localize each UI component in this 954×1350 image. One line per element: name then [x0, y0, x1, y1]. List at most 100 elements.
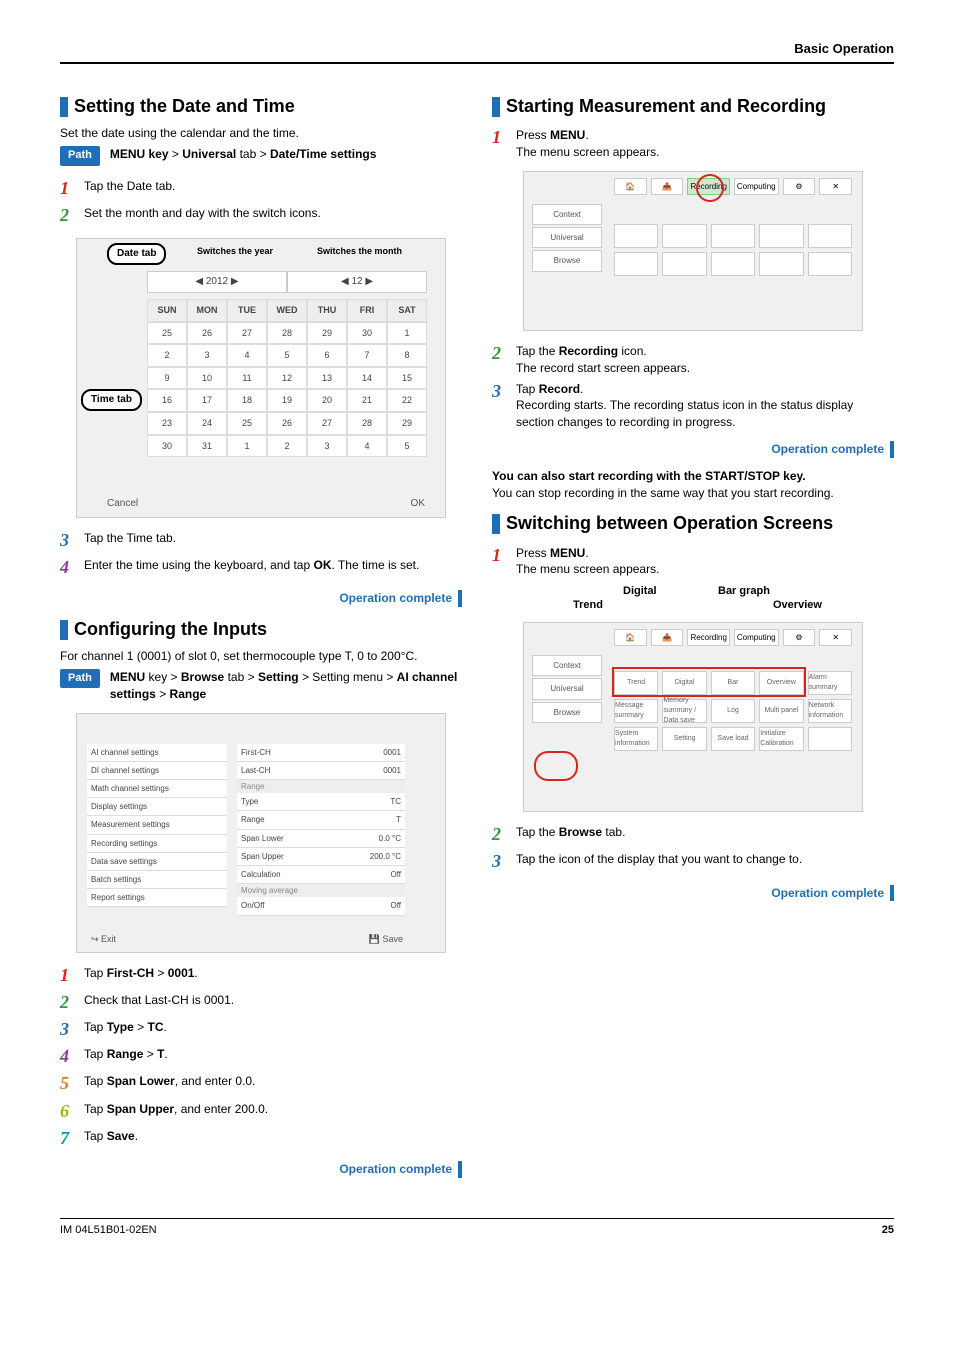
day-cell[interactable]: 11	[227, 367, 267, 390]
day-cell[interactable]: 19	[267, 389, 307, 412]
settings-item[interactable]: Math channel settings	[87, 780, 227, 798]
menu-icon[interactable]	[711, 224, 755, 248]
day-cell[interactable]: 29	[307, 322, 347, 345]
month-value[interactable]: 12	[351, 276, 362, 287]
menu-icon[interactable]: Multi panel	[759, 699, 803, 723]
range-row[interactable]: TypeTC	[237, 793, 405, 811]
cancel-button[interactable]: Cancel	[107, 497, 138, 511]
settings-item[interactable]: Measurement settings	[87, 816, 227, 834]
settings-item[interactable]: Report settings	[87, 889, 227, 907]
ai-settings-screenshot: AI channel settingsDI channel settingsMa…	[76, 713, 446, 953]
step-number: 3	[492, 379, 516, 404]
side-menu-item[interactable]: Context	[532, 655, 602, 676]
range-row[interactable]: Last-CH0001	[237, 762, 405, 780]
settings-item[interactable]: Display settings	[87, 798, 227, 816]
computing-tab[interactable]: Computing	[734, 629, 779, 646]
menu-icon[interactable]	[662, 252, 706, 276]
day-cell[interactable]: 16	[147, 389, 187, 412]
day-cell[interactable]: 24	[187, 412, 227, 435]
day-cell[interactable]: 1	[387, 322, 427, 345]
step-number: 2	[60, 203, 84, 228]
range-row[interactable]: CalculationOff	[237, 866, 405, 884]
exit-button[interactable]: Exit	[101, 934, 116, 944]
menu-icon[interactable]	[808, 224, 852, 248]
day-cell[interactable]: 3	[307, 435, 347, 458]
computing-tab[interactable]: Computing	[734, 178, 779, 195]
menu-icon[interactable]	[759, 252, 803, 276]
menu-icon[interactable]: Initialize Calibration	[759, 727, 803, 751]
day-cell[interactable]: 26	[187, 322, 227, 345]
side-menu-item[interactable]: Browse	[532, 250, 602, 271]
side-menu-item[interactable]: Browse	[532, 702, 602, 723]
day-cell[interactable]: 2	[147, 344, 187, 367]
recording-tab[interactable]: Recording	[687, 629, 729, 646]
day-cell[interactable]: 23	[147, 412, 187, 435]
range-row[interactable]: Span Lower0.0 °C	[237, 830, 405, 848]
day-cell[interactable]: 9	[147, 367, 187, 390]
day-cell[interactable]: 5	[267, 344, 307, 367]
day-cell[interactable]: 29	[387, 412, 427, 435]
settings-item[interactable]: Data save settings	[87, 853, 227, 871]
day-cell[interactable]: 1	[227, 435, 267, 458]
day-cell[interactable]: 4	[347, 435, 387, 458]
settings-item[interactable]: Recording settings	[87, 835, 227, 853]
day-cell[interactable]: 30	[347, 322, 387, 345]
save-button[interactable]: Save	[382, 934, 403, 944]
day-cell[interactable]: 2	[267, 435, 307, 458]
side-menu-item[interactable]: Universal	[532, 678, 602, 699]
ok-button[interactable]: OK	[411, 497, 425, 511]
menu-icon[interactable]	[808, 252, 852, 276]
day-cell[interactable]: 6	[307, 344, 347, 367]
menu-icon[interactable]	[808, 727, 852, 751]
menu-icon[interactable]	[614, 252, 658, 276]
side-menu-item[interactable]: Universal	[532, 227, 602, 248]
year-value[interactable]: 2012	[206, 276, 228, 287]
menu-icon[interactable]	[662, 224, 706, 248]
menu-icon[interactable]: Network information	[808, 699, 852, 723]
day-cell[interactable]: 10	[187, 367, 227, 390]
day-cell[interactable]: 25	[227, 412, 267, 435]
intro-text: Set the date using the calendar and the …	[60, 125, 462, 142]
menu-icon[interactable]: System information	[614, 727, 658, 751]
day-cell[interactable]: 8	[387, 344, 427, 367]
range-row[interactable]: First-CH0001	[237, 744, 405, 762]
day-cell[interactable]: 15	[387, 367, 427, 390]
settings-item[interactable]: Batch settings	[87, 871, 227, 889]
day-cell[interactable]: 28	[347, 412, 387, 435]
menu-icon[interactable]	[711, 252, 755, 276]
menu-icon[interactable]: Memory summary / Data save	[662, 699, 706, 723]
day-cell[interactable]: 17	[187, 389, 227, 412]
day-cell[interactable]: 12	[267, 367, 307, 390]
day-cell[interactable]: 27	[307, 412, 347, 435]
step-text: Set the month and day with the switch ic…	[84, 203, 462, 222]
side-menu-item[interactable]: Context	[532, 204, 602, 225]
range-row[interactable]: Span Upper200.0 °C	[237, 848, 405, 866]
menu-icon[interactable]: Alarm summary	[808, 671, 852, 695]
menu-icon[interactable]: Message summary	[614, 699, 658, 723]
day-cell[interactable]: 13	[307, 367, 347, 390]
day-cell[interactable]: 30	[147, 435, 187, 458]
day-cell[interactable]: 3	[187, 344, 227, 367]
day-cell[interactable]: 4	[227, 344, 267, 367]
settings-item[interactable]: AI channel settings	[87, 744, 227, 762]
menu-icon[interactable]	[759, 224, 803, 248]
day-cell[interactable]: 28	[267, 322, 307, 345]
day-cell[interactable]: 26	[267, 412, 307, 435]
day-cell[interactable]: 14	[347, 367, 387, 390]
day-cell[interactable]: 20	[307, 389, 347, 412]
day-cell[interactable]: 7	[347, 344, 387, 367]
day-cell[interactable]: 27	[227, 322, 267, 345]
day-cell[interactable]: 31	[187, 435, 227, 458]
settings-item[interactable]: DI channel settings	[87, 762, 227, 780]
day-cell[interactable]: 5	[387, 435, 427, 458]
menu-icon[interactable]: Save load	[711, 727, 755, 751]
menu-icon[interactable]	[614, 224, 658, 248]
range-row[interactable]: On/OffOff	[237, 897, 405, 915]
menu-icon[interactable]: Log	[711, 699, 755, 723]
day-cell[interactable]: 22	[387, 389, 427, 412]
day-cell[interactable]: 18	[227, 389, 267, 412]
menu-icon[interactable]: Setting	[662, 727, 706, 751]
range-row[interactable]: RangeT	[237, 811, 405, 829]
day-cell[interactable]: 21	[347, 389, 387, 412]
day-cell[interactable]: 25	[147, 322, 187, 345]
